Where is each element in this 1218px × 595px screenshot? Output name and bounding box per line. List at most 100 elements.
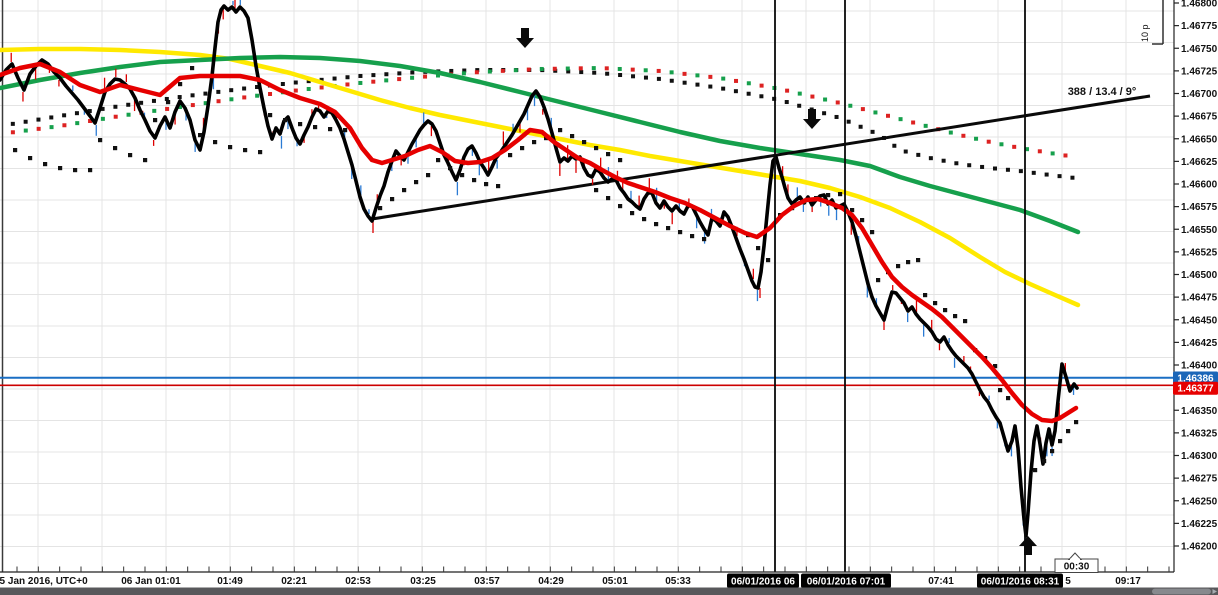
price-line: [0, 6, 1077, 536]
dotted-band-rg-dot: [384, 78, 388, 82]
dotted-band-rg-dot: [592, 66, 596, 70]
sar-dot: [153, 118, 157, 122]
dotted-band-black-dot: [178, 95, 182, 99]
dotted-band-black-dot: [605, 72, 609, 76]
dotted-band-rg-dot: [683, 72, 687, 76]
sar-dot: [98, 138, 102, 142]
dotted-band-rg-dot: [475, 70, 479, 74]
dotted-band-rg-dot: [949, 131, 953, 135]
sar-dot: [58, 166, 62, 170]
sar-dot: [460, 173, 464, 177]
sar-dot: [1074, 420, 1078, 424]
dotted-band-rg-dot: [579, 66, 583, 70]
time-marker-label: 06/01/2016 08:31: [981, 577, 1060, 588]
dotted-band-black-dot: [670, 79, 674, 83]
dotted-band-rg-dot: [501, 69, 505, 73]
time-tick-label: 03:25: [410, 576, 436, 587]
dotted-band-black-dot: [734, 89, 738, 93]
sar-dot: [472, 178, 476, 182]
sar-dot: [906, 260, 910, 264]
dotted-band-black-dot: [822, 111, 826, 115]
arrow-up-icon[interactable]: [1019, 536, 1037, 555]
sar-dot: [606, 152, 610, 156]
sar-dot: [143, 158, 147, 162]
sar-dot: [198, 133, 202, 137]
price-tick-label: 1.46425: [1181, 338, 1218, 349]
dotted-band-black-dot: [11, 122, 15, 126]
dotted-band-rg-dot: [423, 75, 427, 79]
sar-dot: [166, 100, 170, 104]
sar-dot: [666, 226, 670, 230]
dotted-band-rg-dot: [307, 87, 311, 91]
time-tick-label: 05 Jan 2016, UTC+0: [0, 576, 88, 587]
sar-dot: [313, 125, 317, 129]
dotted-band-rg-dot: [644, 68, 648, 72]
dotted-band-black-dot: [126, 103, 130, 107]
dotted-band-rg-dot: [566, 67, 570, 71]
dotted-band-rg-dot: [127, 113, 131, 117]
price-tick-label: 1.46550: [1181, 225, 1218, 236]
price-tick-label: 1.46575: [1181, 202, 1218, 213]
dotted-band-black-dot: [797, 104, 801, 108]
dotted-band-rg-dot: [721, 77, 725, 81]
dotted-band-black-dot: [358, 74, 362, 78]
sar-dot: [328, 127, 332, 131]
sar-dot: [860, 218, 864, 222]
sar-dot: [838, 192, 842, 196]
sar-dot: [213, 140, 217, 144]
arrow-down-icon[interactable]: [516, 28, 534, 48]
dotted-band-rg-dot: [734, 79, 738, 83]
dotted-band-black-dot: [1058, 174, 1062, 178]
ma-yellow-line: [0, 49, 1078, 305]
price-tick-label: 1.46225: [1181, 519, 1218, 530]
dotted-band-rg-dot: [848, 104, 852, 108]
dotted-band-black-dot: [683, 81, 687, 85]
sar-dot: [756, 246, 760, 250]
dotted-band-black-dot: [24, 120, 28, 124]
price-tick-label: 1.46725: [1181, 66, 1218, 77]
sar-dot: [1058, 439, 1062, 443]
scrollbar-track[interactable]: [0, 588, 1218, 595]
arrow-annotations[interactable]: [516, 28, 1037, 555]
sar-dot: [283, 118, 287, 122]
chart-canvas[interactable]: 1.468001.467751.467501.467251.467001.466…: [0, 0, 1218, 595]
time-tick-label: 5: [1065, 576, 1071, 587]
sar-dot: [1042, 459, 1046, 463]
dotted-band-rg-dot: [886, 114, 890, 118]
dotted-band-black-dot: [759, 94, 763, 98]
price-tick-label: 1.46500: [1181, 270, 1218, 281]
dotted-band-rg-dot: [101, 117, 105, 121]
dotted-band-rg-dot: [618, 67, 622, 71]
sar-dot: [43, 162, 47, 166]
price-tick-label: 1.46200: [1181, 542, 1218, 553]
sar-dot: [520, 146, 524, 150]
sar-dot: [678, 230, 682, 234]
sar-dot: [190, 66, 194, 70]
scrollbar-thumb[interactable]: [1152, 589, 1211, 595]
horizontal-scrollbar[interactable]: [0, 588, 1218, 595]
dotted-band-black-dot: [631, 74, 635, 78]
ma-green-line: [0, 57, 1078, 232]
dotted-band-rg-dot: [873, 110, 877, 114]
dotted-band-rg-dot: [836, 100, 840, 104]
sar-dot: [916, 258, 920, 262]
dotted-band-black-dot: [75, 111, 79, 115]
dotted-band-black-dot: [62, 113, 66, 117]
axes: [0, 0, 1218, 588]
dotted-band-rg-dot: [823, 98, 827, 102]
dotted-band-black-dot: [1045, 173, 1049, 177]
sar-dot: [1006, 396, 1010, 400]
sar-dot: [558, 128, 562, 132]
dotted-band-rg-dot: [11, 130, 15, 134]
dotted-band-rg-dot: [785, 89, 789, 93]
dotted-band-black-dot: [371, 73, 375, 77]
dotted-band-black-dot: [747, 92, 751, 96]
dotted-band-rg-dot: [810, 95, 814, 99]
price-tick-label: 1.46250: [1181, 496, 1218, 507]
sar-dot: [532, 140, 536, 144]
price-tick-label: 1.46650: [1181, 134, 1218, 145]
sar-dot: [128, 153, 132, 157]
price-tick-label: 1.46525: [1181, 247, 1218, 258]
price-tick-label: 1.46775: [1181, 21, 1218, 32]
time-tick-label: 03:57: [474, 576, 500, 587]
